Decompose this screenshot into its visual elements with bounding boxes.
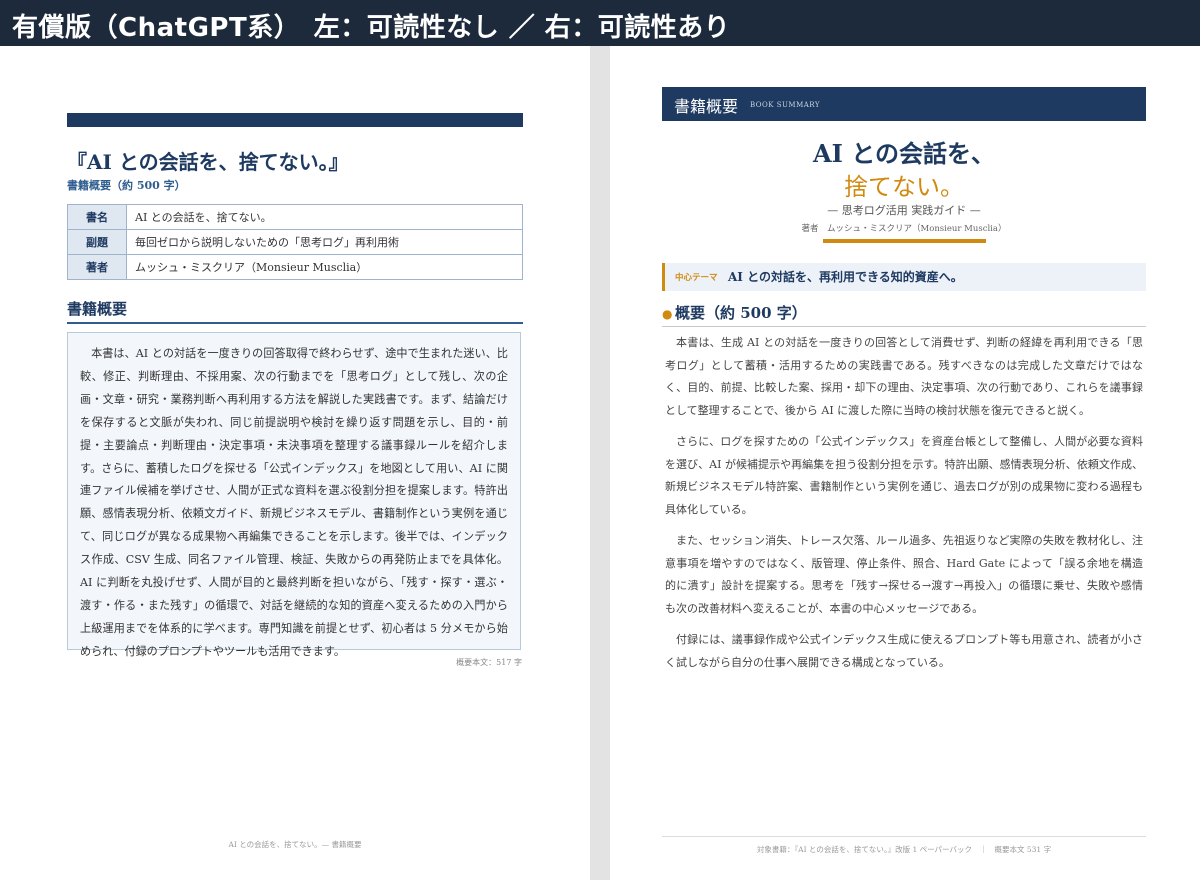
right-header-title: 書籍概要 bbox=[674, 97, 739, 116]
page-divider bbox=[590, 46, 610, 880]
right-author: 著者 ムッシュ・ミスクリア（Monsieur Musclia） bbox=[801, 224, 1007, 234]
table-value: ムッシュ・ミスクリア（Monsieur Musclia） bbox=[126, 254, 523, 280]
left-book-title: 『AI との会話を、捨てない。』 bbox=[67, 150, 349, 174]
right-footer: 対象書籍：『AI との会話を、捨てない。』改版 1 ペーパーバック ｜ 概要本文… bbox=[756, 845, 1052, 854]
theme-box: 中心テーマ AI との対話を、再利用できる知的資産へ。 bbox=[662, 263, 1146, 291]
table-row: 副題 毎回ゼロから説明しないための「思考ログ」再利用術 bbox=[67, 229, 523, 255]
table-value: AI との会話を、捨てない。 bbox=[126, 204, 523, 230]
table-key: 副題 bbox=[67, 229, 127, 255]
bullet-dot-icon: ● bbox=[662, 307, 673, 321]
summary-paragraph: 付録には、議事録作成や公式インデックス生成に使えるプロンプト等も用意され、読者が… bbox=[665, 633, 1143, 669]
right-title-line2: 捨てない。 bbox=[844, 173, 964, 201]
left-footer: AI との会話を、捨てない。— 書籍概要 bbox=[228, 840, 362, 849]
right-title-line1: AI との会話を、 bbox=[813, 139, 995, 168]
right-heading-rule bbox=[662, 326, 1146, 327]
right-header-subtitle: BOOK SUMMARY bbox=[750, 101, 820, 109]
left-summary-box: 本書は、AI との対話を一度きりの回答取得で終わらせず、途中で生まれた迷い、比較… bbox=[67, 332, 521, 658]
table-row: 書名 AI との会話を、捨てない。 bbox=[67, 204, 523, 230]
left-section-heading: 書籍概要 bbox=[67, 300, 128, 318]
right-header-bar: 書籍概要 BOOK SUMMARY bbox=[662, 87, 1146, 121]
right-page: 書籍概要 BOOK SUMMARY AI との会話を、 捨てない。 — 思考ログ… bbox=[610, 46, 1200, 880]
left-header-bar bbox=[67, 113, 523, 127]
right-footer-rule bbox=[662, 836, 1146, 837]
left-heading-rule bbox=[67, 322, 523, 324]
left-char-count: 概要本文：517 字 bbox=[456, 658, 522, 667]
table-key: 書名 bbox=[67, 204, 127, 230]
table-value: 毎回ゼロから説明しないための「思考ログ」再利用術 bbox=[126, 229, 523, 255]
right-title-sub: — 思考ログ活用 実践ガイド — bbox=[827, 204, 981, 217]
left-page: 『AI との会話を、捨てない。』 書籍概要（約 500 字） 書名 AI との会… bbox=[0, 46, 590, 880]
top-banner: 有償版（ChatGPT系） 左：可読性なし ／ 右：可読性あり bbox=[0, 0, 1200, 46]
right-summary-body: 本書は、生成 AI との対話を一度きりの回答として消費せず、判断の経緯を再利用で… bbox=[665, 332, 1143, 683]
summary-paragraph: 本書は、生成 AI との対話を一度きりの回答として消費せず、判断の経緯を再利用で… bbox=[665, 336, 1143, 417]
theme-text: AI との対話を、再利用できる知的資産へ。 bbox=[728, 270, 963, 284]
right-section-heading: 概要（約 500 字） bbox=[675, 304, 807, 322]
gold-accent-line bbox=[823, 239, 986, 243]
summary-paragraph: さらに、ログを探すための「公式インデックス」を資産台帳として整備し、人間が必要な… bbox=[665, 435, 1143, 516]
summary-paragraph: また、セッション消失、トレース欠落、ルール過多、先祖返りなど実際の失敗を教材化し… bbox=[665, 534, 1143, 615]
theme-label: 中心テーマ bbox=[675, 273, 718, 283]
left-subtitle: 書籍概要（約 500 字） bbox=[67, 179, 186, 192]
table-key: 著者 bbox=[67, 254, 127, 280]
table-row: 著者 ムッシュ・ミスクリア（Monsieur Musclia） bbox=[67, 254, 523, 280]
banner-title: 有償版（ChatGPT系） 左：可読性なし ／ 右：可読性あり bbox=[12, 13, 731, 43]
book-info-table: 書名 AI との会話を、捨てない。 副題 毎回ゼロから説明しないための「思考ログ… bbox=[67, 204, 523, 280]
